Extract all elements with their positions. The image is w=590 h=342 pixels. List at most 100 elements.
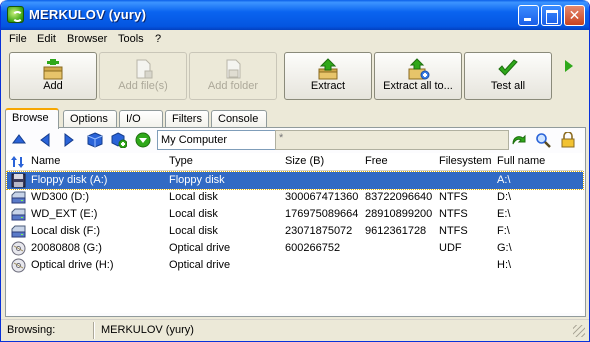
extract-all-button[interactable]: Extract all to...: [374, 52, 462, 100]
add-files-label: Add file(s): [118, 80, 168, 92]
minimize-button[interactable]: [518, 5, 539, 26]
cell-size: 176975089664: [285, 208, 359, 220]
column-header-free[interactable]: Free: [365, 155, 388, 167]
checkmark-icon: [498, 59, 518, 76]
cell-name: 20080808 (G:): [31, 242, 102, 254]
tab-console[interactable]: Console: [211, 110, 267, 128]
tab-browse[interactable]: Browse: [5, 108, 59, 129]
cell-full: G:\: [497, 242, 512, 254]
add-button[interactable]: Add: [9, 52, 97, 100]
cell-name: WD_EXT (E:): [31, 208, 98, 220]
tab-options[interactable]: Options: [63, 110, 117, 128]
cell-name: WD300 (D:): [31, 191, 90, 203]
cell-free: 28910899200: [365, 208, 433, 220]
cell-fs: NTFS: [439, 191, 468, 203]
cell-free: 83722096640: [365, 191, 433, 203]
hard-disk-icon: [11, 224, 26, 239]
column-header-size[interactable]: Size (B): [285, 155, 324, 167]
address-input[interactable]: My Computer: [157, 130, 277, 150]
table-header: Name Type Size (B) Free Filesystem Full …: [7, 153, 583, 171]
cell-free: 9612361728: [365, 225, 427, 237]
cell-type: Local disk: [169, 208, 218, 220]
back-arrow-icon[interactable]: [37, 132, 53, 148]
status-label: Browsing:: [7, 324, 56, 336]
navigation-bar: My Computer *: [7, 129, 585, 151]
resize-grip-icon[interactable]: [573, 325, 585, 337]
floppy-icon: [11, 173, 26, 188]
minimize-icon: [519, 6, 538, 25]
add-button-label: Add: [43, 80, 63, 92]
cell-type: Optical drive: [169, 242, 231, 254]
title-bar[interactable]: MERKULOV (yury) ✕: [1, 0, 589, 30]
add-folder-icon: [226, 59, 241, 79]
table-row[interactable]: Optical drive (H:) Optical drive H:\: [7, 257, 583, 274]
add-folder-label: Add folder: [207, 80, 259, 92]
optical-disc-icon: [11, 258, 26, 273]
cell-type: Optical drive: [169, 259, 231, 271]
up-arrow-icon[interactable]: [11, 132, 27, 148]
window-title: MERKULOV (yury): [29, 7, 147, 22]
table-row[interactable]: 20080808 (G:) Optical drive 600266752 UDF G:…: [7, 240, 583, 257]
maximize-button[interactable]: [541, 5, 562, 26]
menu-help[interactable]: ?: [155, 33, 161, 45]
close-icon: ✕: [568, 7, 581, 23]
hard-disk-icon: [11, 190, 26, 205]
close-button[interactable]: ✕: [564, 5, 585, 26]
extract-all-icon: [408, 58, 430, 80]
cell-fs: UDF: [439, 242, 462, 254]
forward-arrow-icon[interactable]: [61, 132, 77, 148]
filter-input[interactable]: *: [275, 130, 509, 150]
optical-disc-icon: [11, 241, 26, 256]
app-logo-icon[interactable]: [7, 6, 24, 23]
add-folder-button[interactable]: Add folder: [189, 52, 277, 100]
status-bar: Browsing: MERKULOV (yury): [1, 319, 589, 341]
cell-full: D:\: [497, 191, 512, 203]
status-value: MERKULOV (yury): [101, 324, 194, 336]
column-header-full-name[interactable]: Full name: [497, 155, 545, 167]
menu-file[interactable]: File: [9, 33, 27, 45]
add-files-button[interactable]: Add file(s): [99, 52, 187, 100]
column-header-filesystem[interactable]: Filesystem: [439, 155, 492, 167]
file-table: Name Type Size (B) Free Filesystem Full …: [6, 153, 584, 313]
status-divider: [93, 322, 95, 339]
test-all-button[interactable]: Test all: [464, 52, 552, 100]
cell-full: A:\: [497, 174, 511, 186]
cell-fs: NTFS: [439, 225, 468, 237]
cell-type: Local disk: [169, 225, 218, 237]
menu-tools[interactable]: Tools: [118, 33, 144, 45]
tab-io[interactable]: I/O: [119, 110, 163, 128]
new-package-icon[interactable]: [111, 132, 127, 148]
cell-type: Local disk: [169, 191, 218, 203]
down-circle-icon[interactable]: [135, 132, 151, 148]
app-window: MERKULOV (yury) ✕ File Edit Browser Tool…: [0, 0, 590, 342]
cell-full: H:\: [497, 259, 512, 271]
cell-full: F:\: [497, 225, 510, 237]
table-row[interactable]: WD300 (D:) Local disk 300067471360 83722096…: [7, 189, 583, 206]
table-row[interactable]: Local disk (F:) Local disk 23071875072 9612…: [7, 223, 583, 240]
extract-icon: [318, 58, 338, 80]
table-row[interactable]: Floppy disk (A:) Floppy disk A:\: [6, 171, 584, 190]
cell-name: Optical drive (H:): [31, 259, 114, 271]
hard-disk-icon: [11, 207, 26, 222]
cell-size: 600266752: [285, 242, 341, 254]
toolbar: Add Add file(s) Add folder Extract Extra…: [1, 50, 589, 104]
menu-browser[interactable]: Browser: [67, 33, 107, 45]
cell-name: Local disk (F:): [31, 225, 101, 237]
cell-size: 300067471360: [285, 191, 359, 203]
sort-arrows-icon[interactable]: [11, 155, 25, 169]
lock-icon[interactable]: [560, 132, 576, 148]
column-header-name[interactable]: Name: [31, 155, 60, 167]
toolbar-more-arrow-icon[interactable]: [565, 60, 573, 72]
package-icon[interactable]: [87, 132, 103, 148]
menu-edit[interactable]: Edit: [37, 33, 56, 45]
search-icon[interactable]: [535, 132, 551, 148]
maximize-icon: [542, 6, 561, 25]
cell-name: Floppy disk (A:): [31, 174, 108, 186]
table-row[interactable]: WD_EXT (E:) Local disk 176975089664 2891089…: [7, 206, 583, 223]
add-archive-icon: [43, 59, 63, 80]
column-header-type[interactable]: Type: [169, 155, 193, 167]
go-arrow-icon[interactable]: [511, 132, 527, 148]
tab-filters[interactable]: Filters: [165, 110, 209, 128]
extract-button[interactable]: Extract: [284, 52, 372, 100]
test-all-label: Test all: [490, 80, 526, 92]
